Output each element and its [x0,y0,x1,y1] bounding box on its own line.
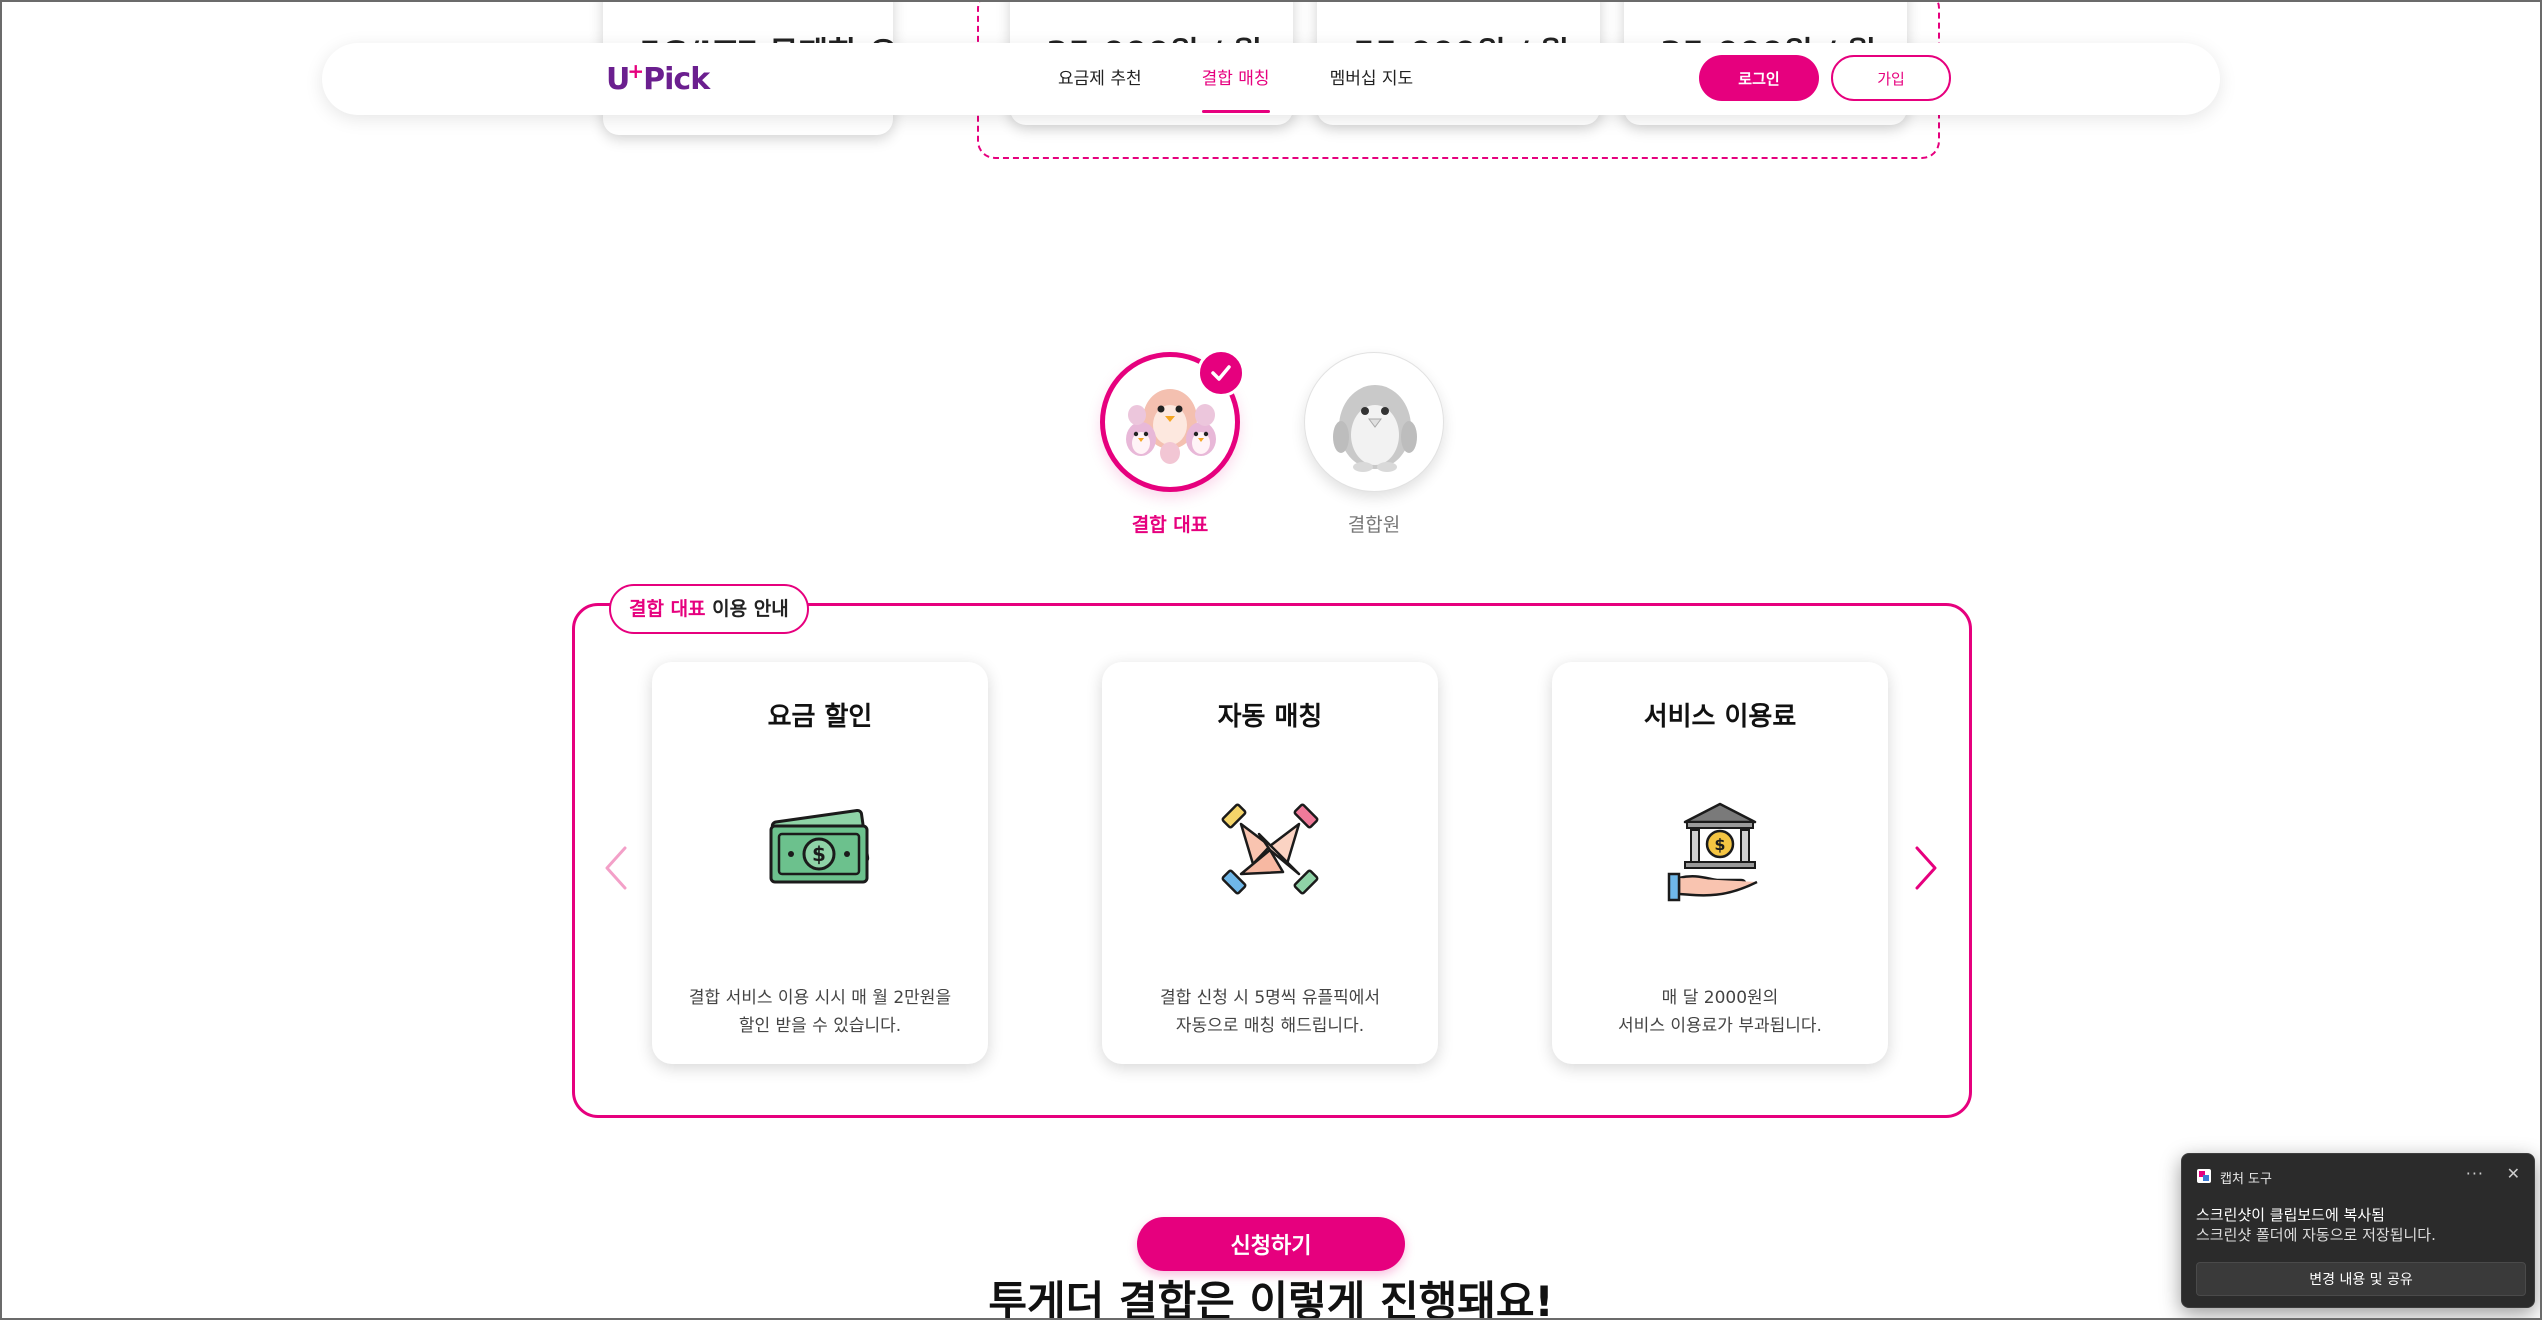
info-card-service-fee: 서비스 이용료 $ 매 달 2000원의 서비스 이용료가 부과됩니다. [1552,662,1888,1064]
selected-check-icon [1197,349,1245,397]
join-button[interactable]: 가입 [1831,55,1951,101]
apply-button[interactable]: 신청하기 [1137,1217,1405,1271]
money-icon: $ [769,809,870,884]
card-title: 요금 할인 [767,702,873,732]
logo-u: U [606,62,630,97]
svg-text:$: $ [1714,835,1725,854]
role-member-label: 결합원 [1347,514,1401,536]
nav-bundle-matching[interactable]: 결합 매칭 [1201,43,1270,115]
nav-plan-recommend[interactable]: 요금제 추천 [1058,43,1142,115]
card-title: 자동 매칭 [1217,702,1323,732]
svg-text:$: $ [812,842,826,866]
penguin-icon [1333,385,1417,472]
snipping-tool-icon [2197,1169,2211,1183]
role-member[interactable]: 결합원 [1274,352,1474,537]
upick-logo[interactable]: U+Pick [606,59,710,97]
snipping-tool-notification[interactable]: 캡처 도구 ··· ✕ 스크린샷이 클립보드에 복사됨 스크린샷 폴더에 자동으… [2181,1153,2535,1308]
toast-message-secondary: 스크린샷 폴더에 자동으로 저장됩니다. [2196,1226,2436,1244]
toast-message-primary: 스크린샷이 클립보드에 복사됨 [2196,1206,2385,1224]
carousel-next-arrow-icon[interactable] [1905,838,1945,898]
card-desc-line-2: 자동으로 매칭 해드립니다. [1175,1016,1365,1036]
bank-hand-icon: $ [1667,802,1758,902]
login-button[interactable]: 로그인 [1699,55,1819,101]
close-icon[interactable]: ✕ [2507,1164,2520,1183]
info-card-discount: 요금 할인 $ 결합 서비스 이용 시시 매 월 2만원을 할인 받을 수 있습… [652,662,988,1064]
card-desc-line-1: 결합 서비스 이용 시시 매 월 2만원을 [688,988,952,1008]
toast-app-name: 캡처 도구 [2220,1172,2272,1187]
guide-panel: 결합 대표 이용 안내 요금 할인 $ 결합 서비스 이용 시시 매 월 2만원… [572,584,1972,1118]
card-description: 매 달 2000원의 서비스 이용료가 부과됩니다. [1562,984,1878,1040]
carousel-prev-arrow-icon[interactable] [597,838,637,898]
toast-action-button[interactable]: 변경 내용 및 공유 [2196,1262,2526,1296]
card-desc-line-2: 할인 받을 수 있습니다. [738,1016,902,1036]
process-section-title: 투게더 결합은 이렇게 진행돼요! [988,1277,1554,1320]
nav-membership-map[interactable]: 멤버십 지도 [1330,43,1414,115]
card-desc-line-2: 서비스 이용료가 부과됩니다. [1618,1016,1822,1036]
card-title: 서비스 이용료 [1643,702,1797,732]
role-representative-circle[interactable] [1100,349,1245,492]
logo-pick: Pick [643,62,710,97]
card-description: 결합 신청 시 5명씩 유플픽에서 자동으로 매칭 해드립니다. [1112,984,1428,1040]
role-member-circle[interactable] [1304,352,1444,492]
more-options-icon[interactable]: ··· [2466,1164,2484,1183]
role-representative[interactable]: 결합 대표 [1070,349,1270,537]
role-representative-label: 결합 대표 [1131,514,1209,536]
card-desc-line-1: 결합 신청 시 5명씩 유플픽에서 [1159,988,1381,1008]
info-card-auto-matching: 자동 매칭 결합 신청 시 5명씩 유플픽에서 자동으로 매칭 해드립니다. [1102,662,1438,1064]
main-nav: 요금제 추천 결합 매칭 멤버십 지도 [1058,43,1473,115]
teamwork-hands-icon [1221,803,1319,895]
logo-plus: + [627,59,644,83]
guide-tag: 결합 대표 이용 안내 [609,584,809,634]
guide-tag-highlight: 결합 대표 [629,598,706,620]
card-description: 결합 서비스 이용 시시 매 월 2만원을 할인 받을 수 있습니다. [662,984,978,1040]
card-desc-line-1: 매 달 2000원의 [1661,988,1779,1008]
guide-tag-rest: 이용 안내 [705,598,789,620]
top-navigation-bar: U+Pick 요금제 추천 결합 매칭 멤버십 지도 로그인 가입 [322,43,2220,115]
